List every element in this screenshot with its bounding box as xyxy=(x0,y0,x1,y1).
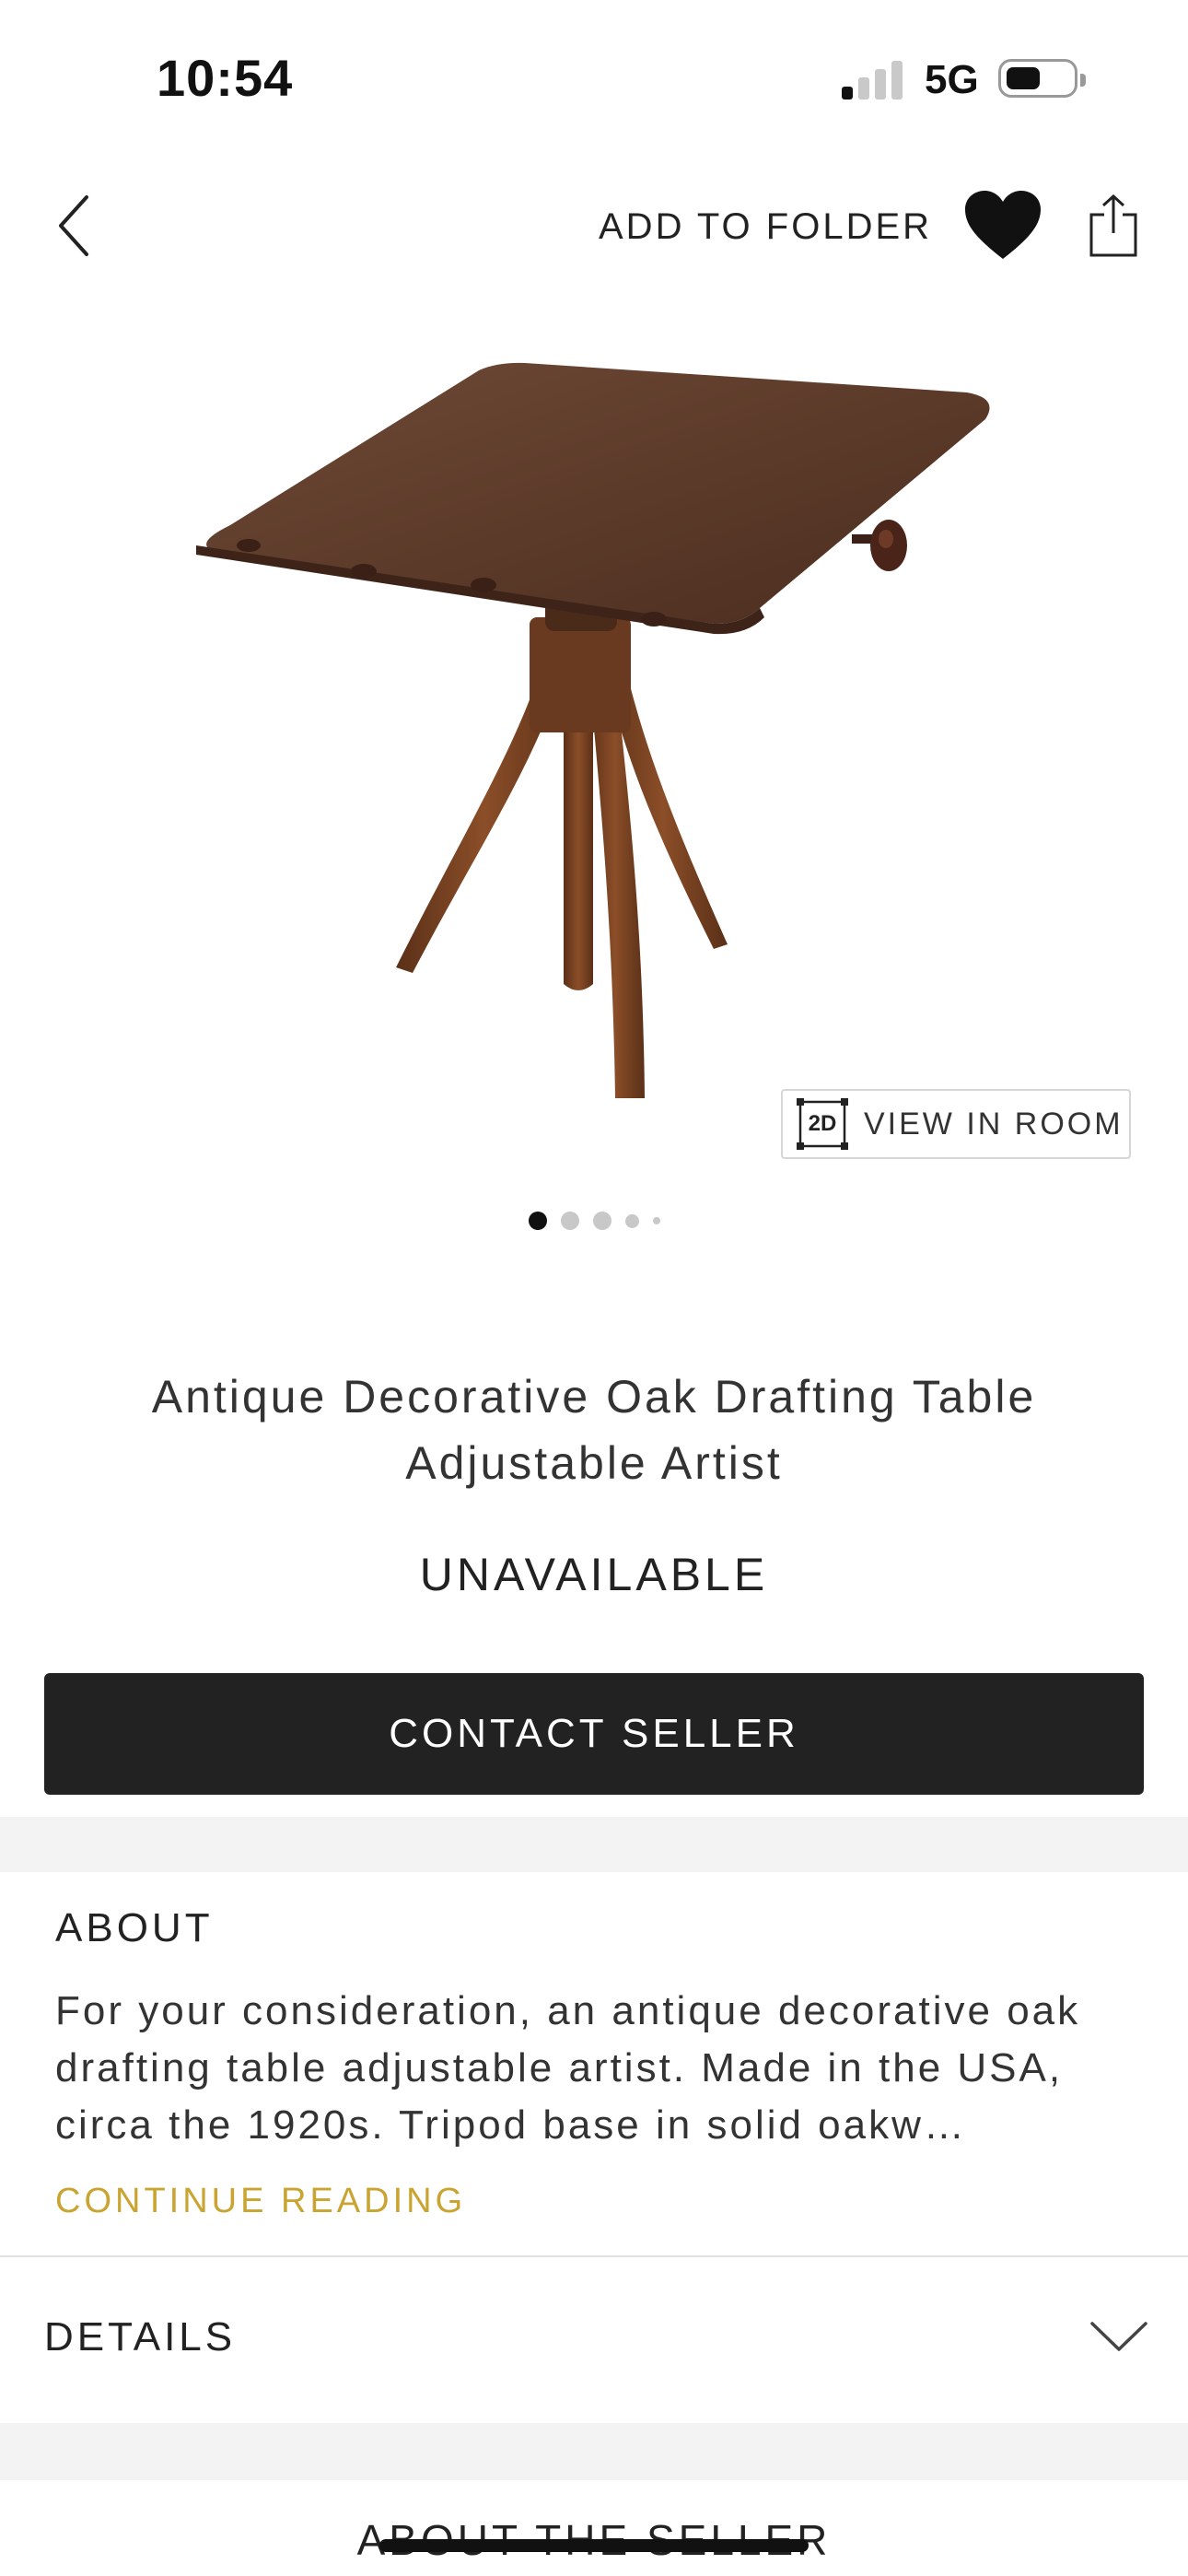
about-seller-heading[interactable]: ABOUT THE SELLER xyxy=(0,2515,1188,2559)
cellular-signal-icon xyxy=(842,61,904,100)
details-label: DETAILS xyxy=(44,2314,237,2359)
chevron-down-icon xyxy=(1090,2322,1147,2351)
page-dot-4[interactable] xyxy=(624,1213,639,1228)
share-icon xyxy=(1089,193,1137,257)
details-accordion[interactable]: DETAILS xyxy=(0,2257,1188,2423)
gallery-pagination xyxy=(0,1207,1188,1235)
view-in-room-icon: 2D xyxy=(796,1097,849,1151)
product-image[interactable] xyxy=(0,304,1188,1133)
share-button[interactable] xyxy=(1074,184,1153,267)
add-to-folder-button[interactable]: ADD TO FOLDER xyxy=(599,206,932,248)
continue-reading-link[interactable]: CONTINUE READING xyxy=(55,2182,466,2221)
battery-icon xyxy=(998,59,1086,98)
about-description: For your consideration, an antique decor… xyxy=(55,1988,1081,2148)
section-divider xyxy=(0,2423,1188,2480)
product-title: Antique Decorative Oak Drafting Table Ad… xyxy=(151,1371,1037,1489)
drafting-table-image xyxy=(196,362,990,1098)
back-button[interactable] xyxy=(37,184,111,267)
page-dot-1[interactable] xyxy=(528,1212,547,1230)
status-time: 10:54 xyxy=(157,49,294,107)
view-in-room-label: VIEW IN ROOM xyxy=(864,1106,1124,1142)
heart-icon xyxy=(965,191,1041,259)
page-dot-3[interactable] xyxy=(592,1212,611,1230)
home-indicator[interactable] xyxy=(379,2539,809,2552)
availability-status: UNAVAILABLE xyxy=(419,1549,769,1600)
view-in-room-button[interactable]: 2D VIEW IN ROOM xyxy=(781,1089,1131,1159)
favorite-button[interactable] xyxy=(961,184,1044,267)
contact-seller-button[interactable]: CONTACT SELLER xyxy=(44,1673,1144,1795)
section-divider xyxy=(0,1817,1188,1872)
page-dot-5[interactable] xyxy=(652,1217,660,1224)
page-dot-2[interactable] xyxy=(560,1212,579,1230)
view-in-room-badge: 2D xyxy=(808,1111,837,1136)
top-nav: ADD TO FOLDER xyxy=(0,166,1188,286)
chevron-left-icon xyxy=(59,195,88,256)
status-bar: 10:54 5G xyxy=(0,0,1188,147)
about-heading: ABOUT xyxy=(55,1905,214,1950)
network-type: 5G xyxy=(925,57,979,102)
